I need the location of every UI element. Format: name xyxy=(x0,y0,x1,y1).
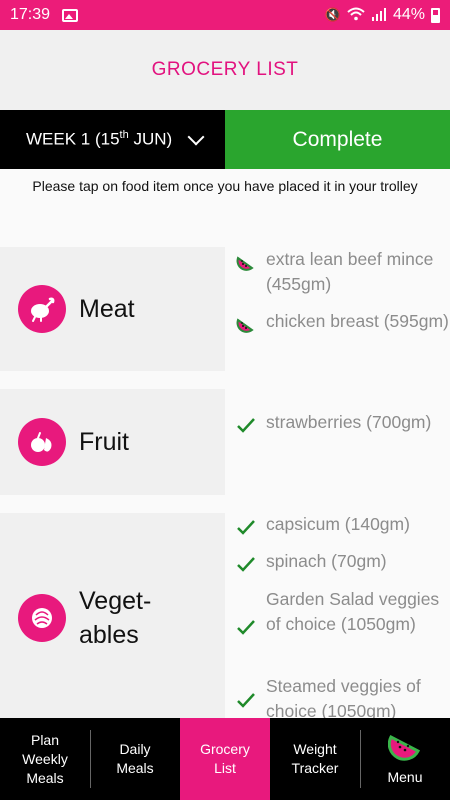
nav-label: Menu xyxy=(387,769,423,785)
nav-daily-meals[interactable]: Daily Meals xyxy=(90,718,180,800)
complete-button[interactable]: Complete xyxy=(225,110,450,169)
list-item[interactable]: spinach (70gm) xyxy=(236,549,450,574)
check-icon xyxy=(236,415,256,435)
nav-plan-weekly-meals[interactable]: Plan Weekly Meals xyxy=(0,718,90,800)
chicken-icon xyxy=(18,285,66,333)
instruction-text: Please tap on food item once you have pl… xyxy=(32,178,418,194)
category-label: Veget- ables xyxy=(79,587,152,649)
check-icon xyxy=(236,554,256,574)
nav-label: Grocery List xyxy=(200,741,250,776)
item-text: strawberries (700gm) xyxy=(266,412,432,432)
wifi-icon xyxy=(347,7,365,24)
status-right: 🔇 44% xyxy=(325,6,440,24)
cabbage-icon xyxy=(18,594,66,642)
item-text: Steamed veggies of choice (1050gm) xyxy=(266,676,421,721)
nav-weight-tracker[interactable]: Weight Tracker xyxy=(270,718,360,800)
check-icon xyxy=(236,690,256,710)
category-meat: Meat xyxy=(0,247,225,371)
signal-icon xyxy=(371,7,387,24)
chevron-down-icon xyxy=(187,128,205,145)
status-time: 17:39 xyxy=(10,6,51,23)
list-item[interactable]: capsicum (140gm) xyxy=(236,512,450,537)
week-bar: WEEK 1 (15th JUN) Complete xyxy=(0,110,450,169)
list-item[interactable]: strawberries (700gm) xyxy=(236,410,450,435)
category-label: Fruit xyxy=(79,428,129,456)
battery-icon xyxy=(431,7,440,23)
page-title: GROCERY LIST xyxy=(151,59,299,80)
app-header: GROCERY LIST xyxy=(0,30,450,110)
nav-label: Daily Meals xyxy=(116,741,154,776)
item-text: Garden Salad veggies of choice (1050gm) xyxy=(266,589,440,634)
list-item[interactable]: extra lean beef mince (455gm) xyxy=(236,247,450,297)
category-vegetables: Veget- ables xyxy=(0,513,225,723)
category-label: Meat xyxy=(79,295,135,323)
battery-percent: 44% xyxy=(392,6,425,23)
nav-label: Weight Tracker xyxy=(291,741,339,776)
item-text: chicken breast (595gm) xyxy=(266,311,449,331)
item-text: extra lean beef mince (455gm) xyxy=(266,249,434,294)
check-icon xyxy=(236,617,256,637)
watermelon-icon xyxy=(387,731,422,766)
list-item[interactable]: chicken breast (595gm) xyxy=(236,309,450,334)
watermelon-icon xyxy=(236,314,256,334)
status-bar: 17:39 🔇 44% xyxy=(0,0,450,30)
check-icon xyxy=(236,517,256,537)
watermelon-icon xyxy=(236,252,256,272)
nav-grocery-list[interactable]: Grocery List xyxy=(180,718,270,800)
bottom-nav: Plan Weekly Meals Daily Meals Grocery Li… xyxy=(0,718,450,800)
week-selector[interactable]: WEEK 1 (15th JUN) xyxy=(0,110,225,169)
category-fruit: Fruit xyxy=(0,389,225,495)
list-item[interactable]: Garden Salad veggies of choice (1050gm) xyxy=(236,587,450,637)
mute-icon: 🔇 xyxy=(324,7,341,22)
item-text: capsicum (140gm) xyxy=(266,514,410,534)
nav-menu[interactable]: Menu xyxy=(360,718,450,800)
gallery-icon xyxy=(62,8,79,22)
week-label: WEEK 1 (15th JUN) xyxy=(26,129,173,149)
list-item[interactable]: Steamed veggies of choice (1050gm) xyxy=(236,674,450,724)
fruit-icon xyxy=(18,418,66,466)
item-text: spinach (70gm) xyxy=(266,551,387,571)
nav-label: Plan Weekly Meals xyxy=(22,731,68,786)
